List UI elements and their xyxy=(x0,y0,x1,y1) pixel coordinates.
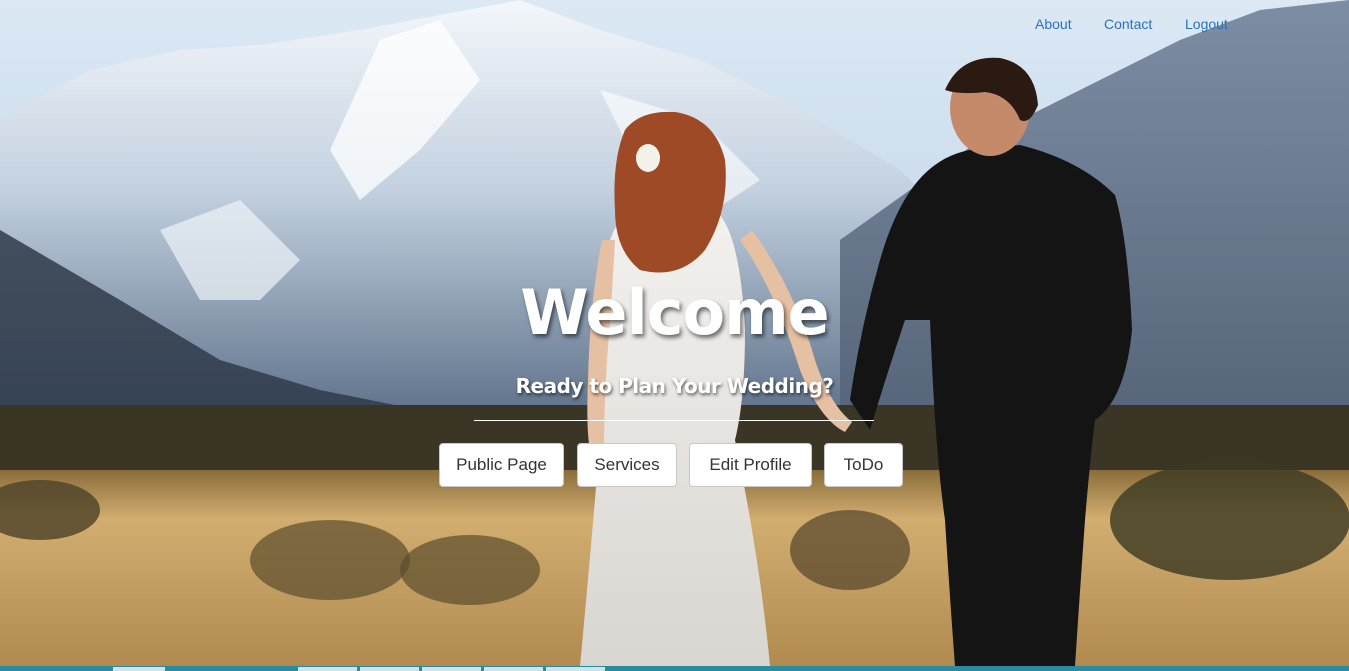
hero-subtitle: Ready to Plan Your Wedding? xyxy=(515,374,834,398)
nav-about-link[interactable]: About xyxy=(1035,16,1072,32)
taskbar-item[interactable] xyxy=(484,667,543,671)
nav-contact-link[interactable]: Contact xyxy=(1104,16,1152,32)
edit-profile-button[interactable]: Edit Profile xyxy=(689,443,812,487)
hero-title: Welcome xyxy=(520,276,829,349)
taskbar-item[interactable] xyxy=(422,667,481,671)
hero-section: About Contact Logout Welcome Ready to Pl… xyxy=(0,0,1349,666)
todo-button[interactable]: ToDo xyxy=(824,443,903,487)
taskbar-item[interactable] xyxy=(298,667,357,671)
hero-divider xyxy=(474,420,874,421)
taskbar-item[interactable] xyxy=(546,667,605,671)
nav-logout-link[interactable]: Logout xyxy=(1185,16,1228,32)
os-taskbar xyxy=(0,666,1349,671)
top-nav: About Contact Logout xyxy=(0,16,1349,36)
taskbar-item[interactable] xyxy=(113,667,165,671)
hero-button-group: Public Page Services Edit Profile ToDo xyxy=(0,443,1349,489)
taskbar-item[interactable] xyxy=(360,667,419,671)
public-page-button[interactable]: Public Page xyxy=(439,443,564,487)
services-button[interactable]: Services xyxy=(577,443,677,487)
